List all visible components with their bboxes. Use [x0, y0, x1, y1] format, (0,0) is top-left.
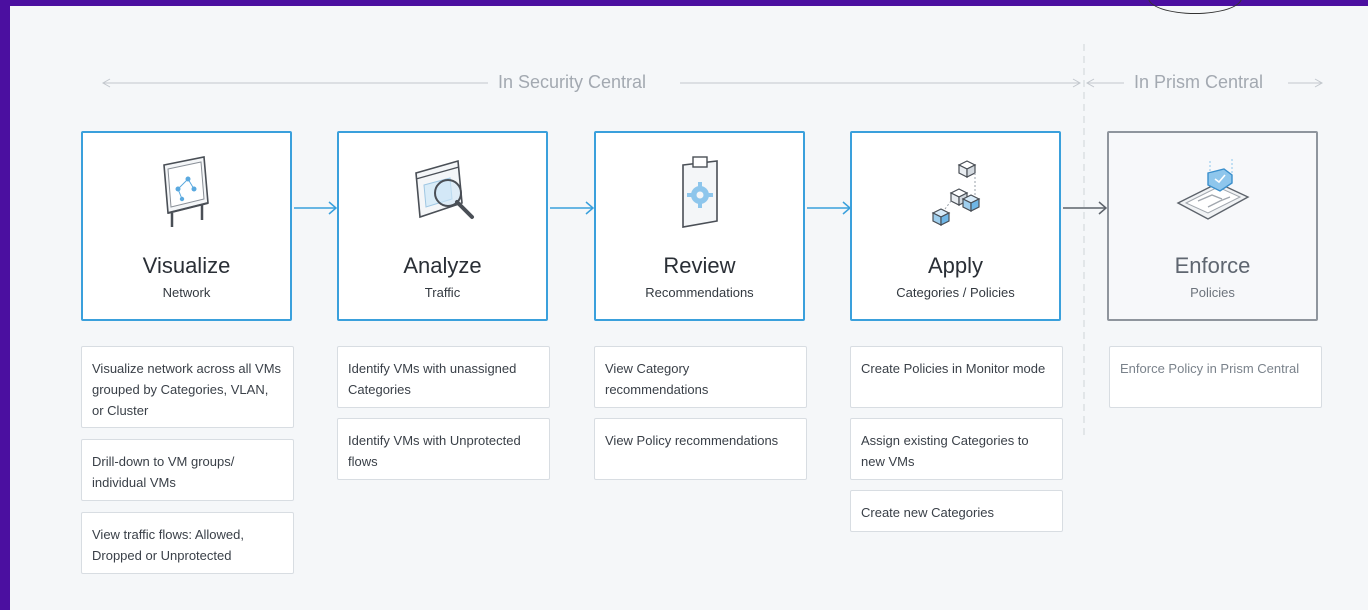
detail-card: View Policy recommendations [594, 418, 807, 480]
stage-subtitle: Categories / Policies [896, 285, 1015, 300]
stage-title: Review [663, 253, 736, 278]
stage-visualize: Visualize Network [81, 131, 292, 321]
shield-circuit-icon [1175, 159, 1250, 220]
detail-card: Create Policies in Monitor mode [850, 346, 1063, 408]
detail-card: Create new Categories [850, 490, 1063, 532]
stage-review: Review Recommendations [594, 131, 805, 321]
detail-card: Identify VMs with unassigned Categories [337, 346, 550, 408]
detail-card: Visualize network across all VMs grouped… [81, 346, 294, 428]
section-label-security-central: In Security Central [490, 72, 655, 93]
detail-card: Drill-down to VM groups/ individual VMs [81, 439, 294, 501]
stage-apply: Apply Categories / Policies [850, 131, 1061, 321]
detail-card: View traffic flows: Allowed, Dropped or … [81, 512, 294, 574]
detail-card: Assign existing Categories to new VMs [850, 418, 1063, 480]
clipboard-gear-icon [681, 156, 718, 228]
section-label-prism-central: In Prism Central [1126, 72, 1272, 93]
stage-subtitle: Recommendations [645, 285, 754, 300]
stage-title: Visualize [142, 253, 231, 278]
detail-card: View Category recommendations [594, 346, 807, 408]
detail-card: Identify VMs with Unprotected flows [337, 418, 550, 480]
stage-title: Analyze [403, 253, 482, 278]
stage-title: Enforce [1174, 253, 1251, 278]
network-board-icon [162, 156, 209, 227]
stage-subtitle: Network [162, 285, 211, 300]
stage-subtitle: Traffic [424, 285, 461, 300]
magnifier-window-icon [414, 159, 474, 219]
stage-analyze: Analyze Traffic [337, 131, 548, 321]
detail-card: Enforce Policy in Prism Central [1109, 346, 1322, 408]
stage-enforce: Enforce Policies [1107, 131, 1318, 321]
stage-title: Apply [927, 253, 984, 278]
stage-subtitle: Policies [1190, 285, 1235, 300]
stacked-cubes-icon [931, 160, 980, 226]
